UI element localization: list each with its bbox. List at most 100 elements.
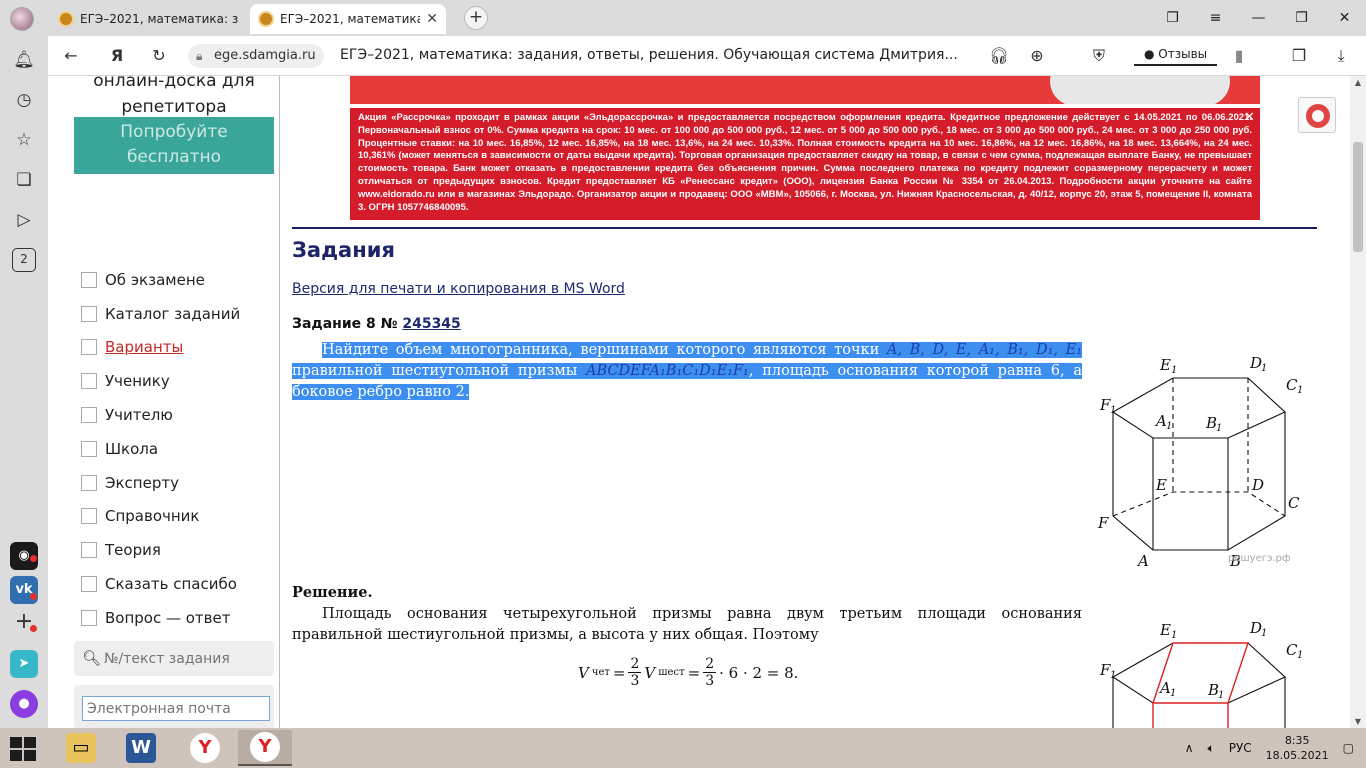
- problem-part1: Найдите объем многогранника, вершинами к…: [322, 342, 880, 358]
- sidebar-item-exam[interactable]: Об экзамене: [81, 263, 240, 297]
- notifications-icon[interactable]: 🔔︎: [12, 48, 36, 72]
- tab-1[interactable]: ЕГЭ–2021, математика: зад: [50, 4, 246, 34]
- close-window-button[interactable]: ✕: [1323, 0, 1366, 36]
- sidebar-item-catalog[interactable]: Каталог заданий: [81, 297, 240, 331]
- new-tab-button[interactable]: +: [464, 6, 488, 30]
- sidebar-item-expert[interactable]: Эксперту: [81, 466, 240, 500]
- history-icon[interactable]: ◷: [12, 88, 36, 112]
- email-field[interactable]: [82, 696, 270, 721]
- site-sidebar: онлайн-доска для репетитора Попробуйте б…: [48, 76, 280, 728]
- bookmarks-tab-icon[interactable]: ❐: [1151, 0, 1194, 36]
- label-E: E: [1155, 476, 1167, 494]
- windows-start-icon[interactable]: [10, 737, 38, 761]
- windows-taskbar: ▭ W Y Y ∧ 🔈︎ РУС 8:35 18.05.2021 ▢: [0, 728, 1366, 768]
- label-F: F: [1097, 514, 1109, 532]
- tab-2-active[interactable]: ЕГЭ–2021, математика ✕: [250, 4, 446, 34]
- checkbox-icon: [81, 440, 97, 457]
- task-search-input[interactable]: [104, 648, 264, 670]
- speaker-icon[interactable]: 🔈︎: [1208, 741, 1215, 756]
- url-field[interactable]: 🔒︎ ege.sdamgia.ru: [188, 44, 324, 68]
- scroll-down-icon[interactable]: ▼: [1350, 717, 1366, 726]
- label-E1: E: [1159, 621, 1171, 639]
- taskbar-word[interactable]: W: [114, 730, 168, 766]
- alice-voice-icon[interactable]: ●: [10, 690, 38, 718]
- ad-banner-image[interactable]: [350, 76, 1260, 104]
- formula-sub-shest: шест: [658, 667, 685, 678]
- ad-disclaimer[interactable]: Акция «Рассрочка» проходит в рамках акци…: [350, 108, 1260, 220]
- ad-close-icon[interactable]: ✕: [1244, 110, 1255, 125]
- sidebar-item-qa[interactable]: Вопрос — ответ: [81, 601, 240, 635]
- sidebar-menu: Об экзамене Каталог заданий Варианты Уче…: [81, 263, 240, 635]
- label-sub: 1: [1166, 421, 1172, 432]
- protect-shield-icon[interactable]: ⛨: [1088, 45, 1110, 67]
- notifications-center-icon[interactable]: ▢: [1343, 741, 1354, 755]
- frac-num: 2: [628, 656, 642, 673]
- prism-figure-svg: E1 D1 C1 F1 A1 B1 E D C F A B решуегэ.рф: [1097, 354, 1303, 570]
- prism-figure-solution-svg: E1 D1 C1 F1 A1 B1: [1099, 619, 1303, 728]
- page-title-text: ЕГЭ–2021, математика: задания, ответы, р…: [340, 47, 958, 63]
- favorites-star-icon[interactable]: ☆: [12, 128, 36, 152]
- taskbar-yandex-2[interactable]: Y: [238, 730, 292, 766]
- taskbar-yandex-1[interactable]: Y: [178, 730, 232, 766]
- notification-dot: [30, 625, 37, 632]
- sidebar-item-theory[interactable]: Теория: [81, 533, 240, 567]
- scrollbar-thumb[interactable]: [1353, 142, 1363, 252]
- fraction: 23: [703, 656, 717, 689]
- close-tab-icon[interactable]: ✕: [426, 11, 438, 27]
- minimize-button[interactable]: —: [1237, 0, 1280, 36]
- sidebar-item-reference[interactable]: Справочник: [81, 500, 240, 534]
- checkbox-icon: [81, 407, 97, 424]
- clock[interactable]: 8:35 18.05.2021: [1266, 733, 1329, 763]
- lock-icon: 🔒︎: [196, 49, 203, 63]
- yandex-browser-icon: Y: [250, 732, 280, 762]
- scroll-up-icon[interactable]: ▲: [1350, 78, 1366, 87]
- divider: [292, 227, 1317, 229]
- headphones-icon[interactable]: 🎧︎: [988, 45, 1010, 67]
- checkbox-icon: [81, 609, 97, 626]
- send-app-icon[interactable]: ➤: [10, 650, 38, 678]
- bookmarks-menu-icon[interactable]: ❐: [1288, 45, 1310, 67]
- checkbox-icon: [81, 339, 97, 356]
- label-sub: 1: [1170, 688, 1176, 699]
- reviews-button[interactable]: ● Отзывы: [1134, 44, 1218, 66]
- collections-icon[interactable]: ❏: [12, 168, 36, 192]
- sidebar-item-student[interactable]: Ученику: [81, 364, 240, 398]
- label-sub: 1: [1261, 363, 1267, 374]
- bookmark-icon[interactable]: ▮: [1228, 45, 1250, 67]
- search-icon[interactable]: 🔍︎: [82, 649, 101, 667]
- label-sub: 1: [1110, 405, 1116, 416]
- print-version-link[interactable]: Версия для печати и копирования в MS Wor…: [292, 281, 625, 297]
- zoom-icon[interactable]: ⊕: [1026, 45, 1048, 67]
- downloads-icon[interactable]: ⤓: [1330, 45, 1352, 67]
- volume-formula: Vчет = 23 Vшест = 23 · 6 · 2 = 8.: [578, 656, 798, 689]
- formula-eq: =: [687, 663, 701, 682]
- rail-badge-icon[interactable]: 2: [12, 248, 36, 272]
- yandex-logo-icon[interactable]: Я: [106, 45, 128, 67]
- menu-icon[interactable]: ≡: [1194, 0, 1237, 36]
- video-play-icon[interactable]: ▷: [12, 208, 36, 232]
- tray-chevron-icon[interactable]: ∧: [1185, 741, 1194, 755]
- language-indicator[interactable]: РУС: [1229, 741, 1252, 755]
- label-D: D: [1251, 476, 1264, 494]
- label-C: C: [1288, 494, 1300, 512]
- sidebar-item-school[interactable]: Школа: [81, 432, 240, 466]
- profile-avatar[interactable]: [10, 7, 34, 31]
- taskbar-explorer[interactable]: ▭: [54, 730, 108, 766]
- help-lifebuoy-icon[interactable]: [1298, 97, 1336, 133]
- restore-button[interactable]: ❐: [1280, 0, 1323, 36]
- reviews-label: Отзывы: [1158, 47, 1208, 61]
- back-arrow-icon[interactable]: ←: [60, 45, 82, 67]
- page-scrollbar[interactable]: ▲ ▼: [1350, 76, 1366, 728]
- formula-v: V: [578, 663, 589, 682]
- sidebar-item-teacher[interactable]: Учителю: [81, 398, 240, 432]
- label-sub: 1: [1171, 365, 1177, 376]
- sidebar-item-thanks[interactable]: Сказать спасибо: [81, 567, 240, 601]
- clock-date: 18.05.2021: [1265, 749, 1329, 762]
- promo-try-button[interactable]: Попробуйте бесплатно: [74, 117, 274, 174]
- task-number-link[interactable]: 245345: [402, 316, 460, 332]
- sidebar-item-variants[interactable]: Варианты: [81, 331, 240, 365]
- yandex-browser-icon: Y: [190, 733, 220, 763]
- reload-icon[interactable]: ↻: [148, 45, 170, 67]
- site-favicon-icon: [58, 11, 74, 27]
- promo-text: онлайн-доска для репетитора: [93, 76, 255, 117]
